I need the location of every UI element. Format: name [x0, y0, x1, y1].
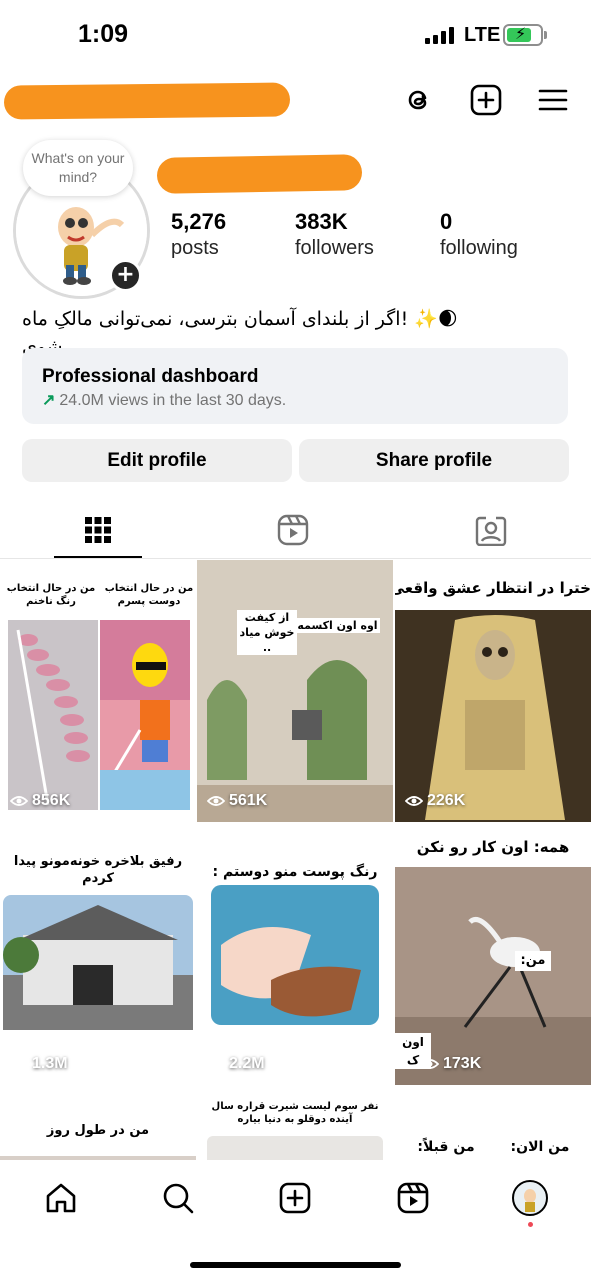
views-count: 1.3M [32, 1055, 68, 1072]
post-tile[interactable]: من در طول روز [0, 1086, 196, 1160]
network-label: LTE [464, 24, 501, 46]
views-eye-icon [10, 796, 28, 806]
views-eye-icon [207, 796, 225, 806]
threads-icon[interactable] [403, 84, 435, 116]
display-name-redacted [156, 154, 363, 194]
post-views: 856K [10, 792, 70, 810]
post-caption: من در حال انتخاب رنگ ناخنم [6, 583, 96, 607]
add-story-icon[interactable]: + [109, 259, 142, 292]
post-caption: رفیق بلاخره خونه‌مونو پیدا کردم [13, 854, 183, 886]
post-tile[interactable]: من در حال انتخاب دوست پسرم من در حال انت… [0, 560, 196, 822]
dashboard-subtitle: ↗ 24.0M views in the last 30 days. [42, 390, 548, 412]
signal-icon [425, 26, 454, 44]
followers-label: followers [295, 237, 374, 259]
post-caption: خترا در انتظار عشق واقعی [395, 579, 591, 597]
post-views: 2.2M [207, 1055, 265, 1073]
post-views: 561K [207, 792, 267, 810]
menu-icon[interactable] [537, 84, 569, 116]
views-eye-icon [10, 1059, 28, 1069]
views-count: 2.2M [229, 1055, 265, 1072]
search-icon [163, 1183, 194, 1214]
create-icon [279, 1182, 311, 1214]
home-indicator[interactable] [190, 1262, 401, 1268]
dashboard-subtitle-text: 24.0M views in the last 30 days. [59, 392, 287, 409]
views-eye-icon [405, 796, 423, 806]
note-bubble[interactable]: What's on your mind? [23, 140, 133, 196]
stat-followers[interactable]: 383K followers [295, 209, 374, 261]
views-eye-icon [421, 1059, 439, 1069]
post-caption: من الان: [510, 1139, 570, 1155]
views-count: 173K [443, 1055, 482, 1072]
post-caption: نفر سوم لیست شیرت قراره سال آینده دوقلو … [211, 1101, 379, 1125]
nav-create[interactable] [277, 1180, 313, 1216]
status-time: 1:09 [78, 20, 129, 48]
post-caption: من در حال انتخاب دوست پسرم [104, 583, 194, 607]
views-count: 561K [229, 792, 268, 809]
followers-count: 383K [295, 209, 348, 234]
following-label: following [440, 237, 518, 259]
nav-search[interactable] [160, 1180, 196, 1216]
post-tile[interactable]: خترا در انتظار عشق واقعی 226K [395, 560, 591, 822]
battery-tip [544, 31, 547, 39]
post-image [211, 885, 379, 1025]
post-image [197, 560, 393, 822]
post-caption: همه: اون کار رو نکن [416, 838, 570, 856]
posts-count: 5,276 [171, 209, 227, 234]
post-caption: از کیفت خوش میاد .. [237, 610, 297, 655]
post-image [395, 610, 591, 822]
tagged-icon [475, 516, 507, 546]
post-image [100, 620, 190, 810]
post-image [8, 620, 98, 810]
notification-dot [528, 1222, 533, 1227]
following-count: 0 [440, 209, 453, 234]
views-count: 856K [32, 792, 71, 809]
post-views: 226K [405, 792, 465, 810]
nav-home[interactable] [43, 1180, 79, 1216]
home-icon [46, 1183, 76, 1213]
post-image [3, 895, 193, 1030]
battery-icon: ⚡ [503, 24, 543, 46]
post-tile[interactable]: نفر سوم لیست شیرت قراره سال آینده دوقلو … [197, 1086, 393, 1160]
stat-posts[interactable]: 5,276 posts [171, 209, 226, 261]
tab-tagged[interactable] [469, 508, 513, 552]
post-views: 1.3M [10, 1055, 68, 1073]
reels-icon [277, 514, 309, 546]
username-redacted[interactable] [3, 82, 291, 120]
post-tile[interactable]: همه: اون کار رو نکن من: اون ک 173K [395, 823, 591, 1085]
post-caption: رنگ پوست منو دوستم : [212, 864, 378, 880]
edit-profile-button[interactable]: Edit profile [22, 439, 292, 482]
post-overlay-label: من: [515, 951, 551, 971]
post-tile[interactable]: رنگ پوست منو دوستم : 2.2M [197, 823, 393, 1085]
post-caption: من در طول روز [46, 1123, 150, 1138]
professional-dashboard[interactable]: Professional dashboard ↗ 24.0M views in t… [22, 348, 568, 424]
create-post-icon[interactable] [470, 84, 502, 116]
profile-avatar-small [512, 1180, 548, 1216]
nav-profile[interactable] [512, 1180, 548, 1216]
dashboard-title: Professional dashboard [42, 366, 259, 387]
trend-arrow-icon: ↗ [42, 392, 56, 409]
post-tile[interactable]: رفیق بلاخره خونه‌مونو پیدا کردم 1.3M [0, 823, 196, 1085]
posts-label: posts [171, 237, 219, 259]
post-image [207, 1136, 383, 1160]
reels-icon [397, 1182, 429, 1214]
tab-reels[interactable] [271, 508, 315, 552]
status-bar: 1:09 LTE ⚡ [0, 0, 591, 70]
views-count: 226K [427, 792, 466, 809]
grid-icon [85, 517, 111, 543]
post-views: 173K [421, 1055, 481, 1073]
share-profile-button[interactable]: Share profile [299, 439, 569, 482]
views-eye-icon [207, 1059, 225, 1069]
post-tile[interactable]: از کیفت خوش میاد .. اوه اون اکسمه 561K [197, 560, 393, 822]
post-tile[interactable]: من الان: من قبلاً: [395, 1086, 591, 1160]
tab-posts-grid[interactable] [76, 508, 120, 552]
nav-reels[interactable] [395, 1180, 431, 1216]
stat-following[interactable]: 0 following [440, 209, 518, 261]
post-caption: اوه اون اکسمه [295, 618, 380, 633]
post-caption: من قبلاً: [417, 1139, 475, 1155]
tab-divider [0, 558, 591, 559]
